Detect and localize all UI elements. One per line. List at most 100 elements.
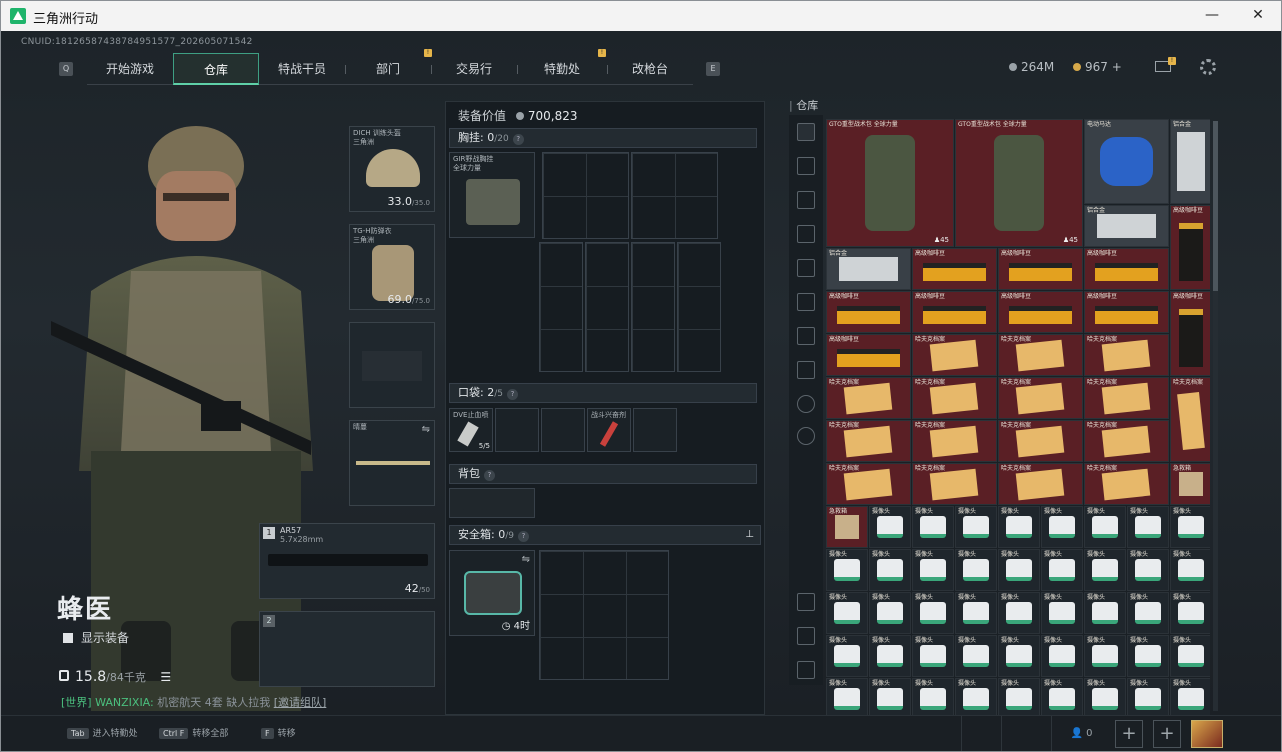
storage-item-document[interactable]: 哈夫克档案 [1084,334,1169,376]
storage-item-document[interactable]: 哈夫克档案 [912,420,997,462]
storage-sort-icon[interactable] [797,661,815,679]
storage-scrollbar[interactable] [1213,121,1218,711]
storage-grid[interactable]: GTO重型战术包 全球力量 ♟45 GTO重型战术包 全球力量 ♟45 电动马达 铝合金铝… [826,119,1210,715]
storage-item-document[interactable]: 哈夫克档案 [998,463,1083,505]
storage-item-camera[interactable]: 摄像头 [1170,506,1210,548]
storage-item-document[interactable]: 哈夫克档案 [1170,377,1210,462]
storage-page-icon[interactable] [797,191,815,209]
storage-item-coffee[interactable]: 高级咖啡豆 [1170,205,1210,290]
currency-b[interactable]: 967 + [1073,60,1122,74]
storage-item-document[interactable]: 哈夫克档案 [1084,420,1169,462]
rig-grid-d[interactable] [585,242,629,372]
storage-item-camera[interactable]: 摄像头 [998,592,1040,634]
nav-prev-key[interactable]: Q [59,62,73,76]
storage-page-icon[interactable] [797,157,815,175]
storage-item-aluminum[interactable]: 铝合金 [1170,119,1210,204]
pocket-slot[interactable] [495,408,539,452]
storage-item-camera[interactable]: 摄像头 [955,592,997,634]
storage-item-camera[interactable]: 摄像头 [1084,506,1126,548]
flag-icon[interactable] [1001,716,1037,751]
storage-item-camera[interactable]: 摄像头 [826,592,868,634]
storage-item-camera[interactable]: 摄像头 [1127,592,1169,634]
storage-item-medkit[interactable]: 急救箱 [826,506,868,548]
storage-item-document[interactable]: 哈夫克档案 [912,334,997,376]
storage-item-camera[interactable]: 摄像头 [1127,635,1169,677]
storage-item-backpack[interactable]: GTO重型战术包 全球力量 ♟45 [826,119,954,247]
storage-item-motor[interactable]: 电动马达 [1084,119,1169,204]
help-icon[interactable]: ? [512,134,524,145]
rig-grid-c[interactable] [539,242,583,372]
minimize-button[interactable]: — [1189,1,1235,31]
tab-operators[interactable]: 特战干员 [259,53,345,85]
storage-item-camera[interactable]: 摄像头 [912,506,954,548]
invite-team-link[interactable]: [邀请组队] [274,696,327,709]
storage-item-camera[interactable]: 摄像头 [1041,506,1083,548]
tab-start-game[interactable]: 开始游戏 [87,53,173,85]
storage-item-ammo-box[interactable]: 高级咖啡豆 [998,248,1083,290]
storage-item-camera[interactable]: 摄像头 [1127,678,1169,715]
storage-lock-icon[interactable] [797,395,815,413]
storage-item-camera[interactable]: 摄像头 [912,592,954,634]
storage-item-ammo-box[interactable]: 高级咖啡豆 [912,248,997,290]
list-icon[interactable]: ☰ [160,670,171,684]
friends-count[interactable]: 👤 0 [1051,716,1111,751]
storage-item-camera[interactable]: 摄像头 [998,678,1040,715]
storage-item-camera[interactable]: 摄像头 [869,592,911,634]
storage-item-ammo-box[interactable]: 高级咖啡豆 [1084,248,1169,290]
storage-item-camera[interactable]: 摄像头 [955,678,997,715]
storage-item-camera[interactable]: 摄像头 [998,506,1040,548]
settings-gear-icon[interactable] [1200,59,1216,75]
player-avatar[interactable] [1191,720,1223,748]
storage-item-document[interactable]: 哈夫克档案 [1084,377,1169,419]
safebox-grid[interactable] [539,550,669,680]
storage-item-document[interactable]: 哈夫克档案 [826,377,911,419]
storage-page-icon[interactable] [797,225,815,243]
swap-icon[interactable]: ⇋ [422,424,430,435]
storage-item-camera[interactable]: 摄像头 [1041,635,1083,677]
storage-page-icon[interactable] [797,293,815,311]
backpack-slot[interactable] [449,488,535,518]
storage-item-aluminum[interactable]: 铝合金 [1084,205,1169,247]
storage-item-camera[interactable]: 摄像头 [955,549,997,591]
rig-grid-f[interactable] [677,242,721,372]
tab-department[interactable]: 部门 [345,53,431,85]
tab-gunsmith[interactable]: 改枪台 [607,53,693,85]
rig-grid-a[interactable] [542,152,629,239]
storage-item-document[interactable]: 哈夫克档案 [1084,463,1169,505]
storage-item-camera[interactable]: 摄像头 [1170,635,1210,677]
rig-grid-e[interactable] [631,242,675,372]
storage-item-document[interactable]: 哈夫克档案 [998,334,1083,376]
storage-item-ammo-box[interactable]: 高级咖啡豆 [826,291,911,333]
storage-item-camera[interactable]: 摄像头 [1084,549,1126,591]
storage-settings-icon[interactable] [797,427,815,445]
pocket-slot[interactable] [633,408,677,452]
storage-item-medkit[interactable]: 急救箱 [1170,463,1210,505]
stats-icon[interactable] [961,716,997,751]
tab-special-ops[interactable]: 特勤处 [517,53,607,85]
checkbox-icon[interactable] [63,633,73,643]
add-teammate-button[interactable]: + [1153,720,1181,748]
storage-item-ammo-box[interactable]: 高级咖啡豆 [912,291,997,333]
armor-slot[interactable]: TG-H防弹衣 三角洲 69.0/75.0 [349,224,435,310]
transfer-hint[interactable]: F 转移 [261,726,296,739]
storage-item-camera[interactable]: 摄像头 [912,635,954,677]
rig-item[interactable]: GIR野战胸挂 全球力量 [449,152,535,238]
storage-item-camera[interactable]: 摄像头 [1170,592,1210,634]
storage-item-camera[interactable]: 摄像头 [1084,635,1126,677]
storage-page-icon[interactable] [797,361,815,379]
close-button[interactable]: ✕ [1235,1,1281,31]
storage-item-camera[interactable]: 摄像头 [1041,678,1083,715]
transfer-all-hint[interactable]: Ctrl F 转移全部 [159,726,228,739]
storage-item-camera[interactable]: 摄像头 [869,678,911,715]
storage-item-camera[interactable]: 摄像头 [912,549,954,591]
storage-item-camera[interactable]: 摄像头 [998,549,1040,591]
nav-next-key[interactable]: E [706,62,720,76]
storage-item-camera[interactable]: 摄像头 [998,635,1040,677]
primary-weapon-slot[interactable]: 1 AR57 5.7x28mm 42/50 [259,523,435,599]
tab-warehouse[interactable]: 仓库 [173,53,259,85]
safebox-item[interactable]: ⇋ ◷ 4时 [449,550,535,636]
storage-item-ammo-box[interactable]: 高级咖啡豆 [998,291,1083,333]
pocket-slot[interactable] [541,408,585,452]
storage-item-document[interactable]: 哈夫克档案 [998,377,1083,419]
storage-item-camera[interactable]: 摄像头 [912,678,954,715]
